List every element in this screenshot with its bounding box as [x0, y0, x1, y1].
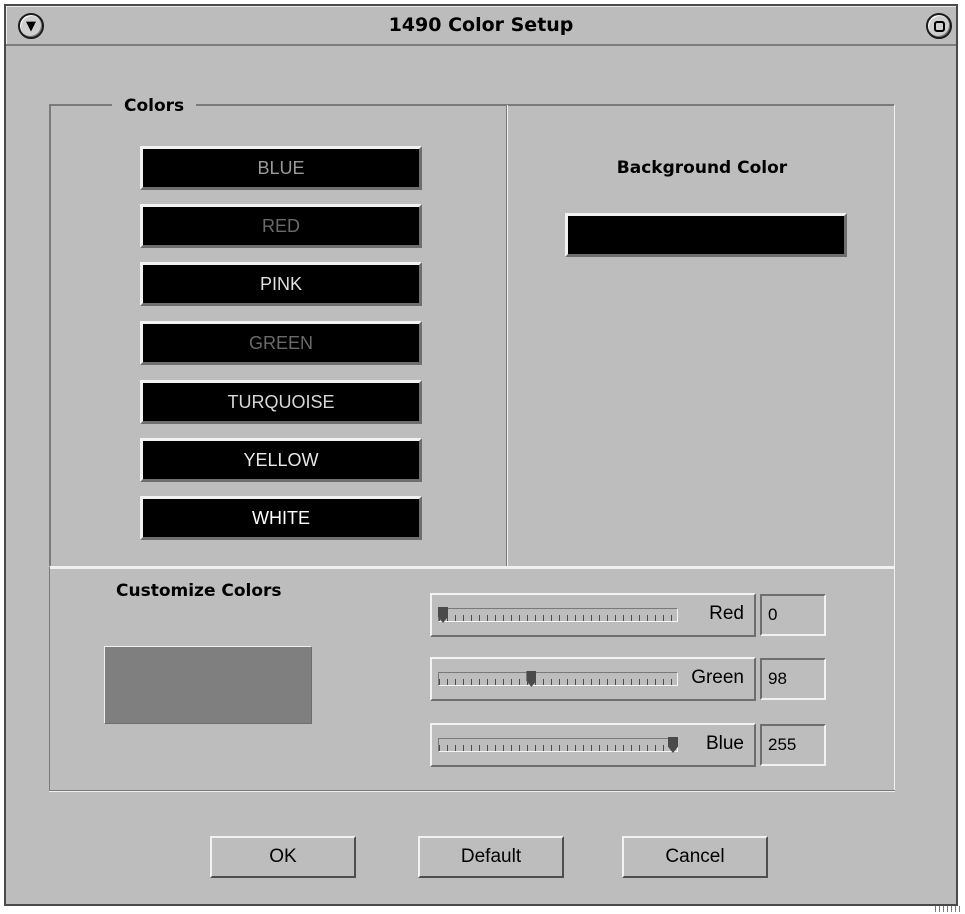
color-button-blue[interactable]: BLUE: [140, 146, 422, 190]
slider-red: Red: [430, 593, 756, 637]
green-slider-thumb[interactable]: [526, 671, 537, 687]
color-button-yellow[interactable]: YELLOW: [140, 438, 422, 482]
color-button-red[interactable]: RED: [140, 204, 422, 248]
red-slider-label: Red: [709, 603, 744, 624]
color-button-green[interactable]: GREEN: [140, 321, 422, 365]
resize-grip-icon[interactable]: [935, 906, 963, 912]
red-value-field[interactable]: 0: [760, 594, 826, 636]
blue-value-field[interactable]: 255: [760, 724, 826, 766]
blue-slider-label: Blue: [705, 733, 744, 754]
customize-bottom-border: [49, 790, 895, 792]
background-color-button[interactable]: [565, 213, 847, 257]
green-slider-label: Green: [691, 667, 744, 688]
red-slider-track[interactable]: [438, 607, 678, 623]
blue-slider-track[interactable]: [438, 737, 678, 753]
color-button-pink[interactable]: PINK: [140, 262, 422, 306]
color-button-turquoise[interactable]: TURQUOISE: [140, 380, 422, 424]
colors-legend: Colors: [112, 96, 197, 116]
ok-button[interactable]: OK: [210, 836, 356, 878]
background-color-label: Background Color: [616, 158, 788, 178]
green-value-field[interactable]: 98: [760, 658, 826, 700]
slider-green: Green: [430, 657, 756, 701]
color-preview-swatch: [104, 646, 312, 724]
blue-slider-thumb[interactable]: [668, 737, 678, 753]
default-button[interactable]: Default: [418, 836, 564, 878]
green-slider-track[interactable]: [438, 671, 678, 687]
slider-blue: Blue: [430, 723, 756, 767]
color-button-white[interactable]: WHITE: [140, 496, 422, 540]
cancel-button[interactable]: Cancel: [622, 836, 768, 878]
customize-colors-label: Customize Colors: [116, 581, 282, 601]
red-slider-thumb[interactable]: [438, 607, 448, 623]
maximize-icon[interactable]: [926, 13, 952, 39]
window-title: 1490 Color Setup: [388, 14, 574, 36]
title-bar[interactable]: ▼ 1490 Color Setup: [6, 6, 956, 46]
